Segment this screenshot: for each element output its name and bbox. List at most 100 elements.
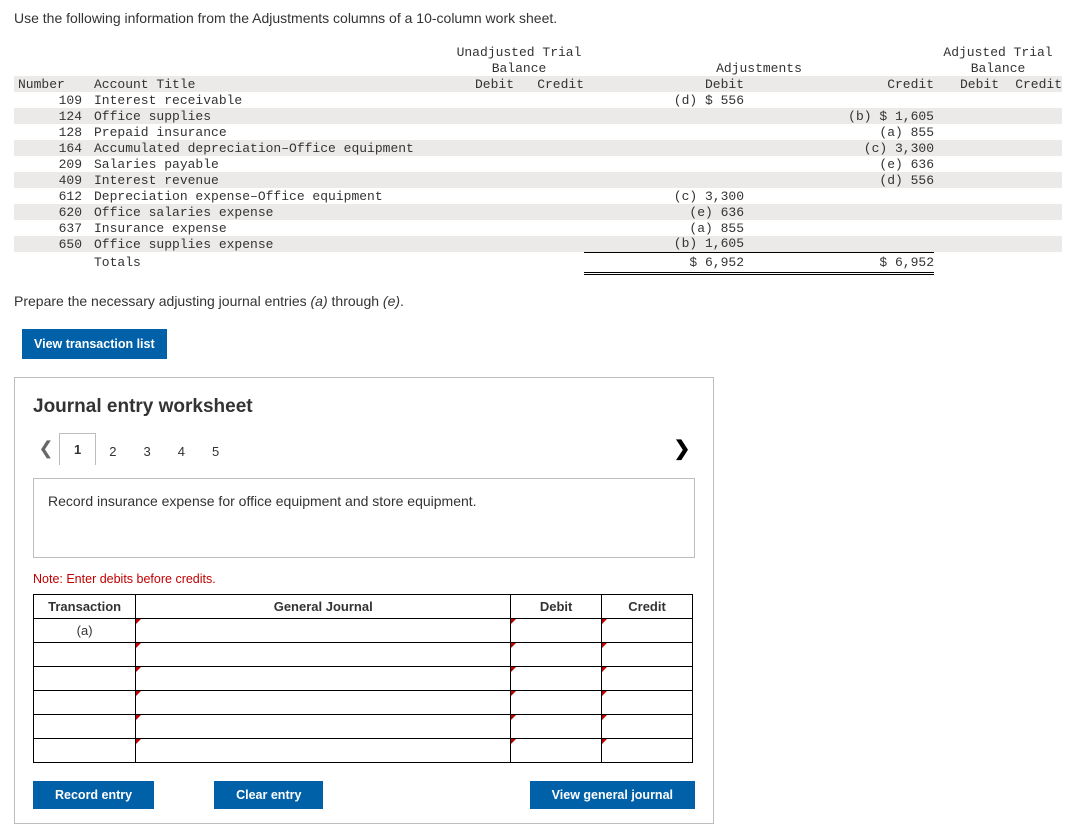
ws-number: 637: [14, 220, 94, 236]
gj-cell[interactable]: [136, 642, 511, 666]
credit-cell[interactable]: [602, 642, 693, 666]
gj-cell[interactable]: [136, 666, 511, 690]
ws-adj-debit: (b) 1,605: [584, 236, 744, 252]
ws-adj-debit: (a) 855: [584, 220, 744, 236]
tab-3[interactable]: 3: [129, 438, 164, 465]
credit-cell[interactable]: [602, 666, 693, 690]
hdr-adj-credit: Credit: [744, 76, 934, 92]
ws-adj-credit: [744, 92, 934, 108]
ws-adj-credit: (a) 855: [744, 124, 934, 140]
tab-row: ❮ 1 2 3 4 5 ❯: [33, 432, 695, 464]
ws-adj-credit: [744, 204, 934, 220]
ws-title: Depreciation expense–Office equipment: [94, 188, 454, 204]
debit-cell[interactable]: [511, 642, 602, 666]
ws-title: Interest receivable: [94, 92, 454, 108]
ws-title: Insurance expense: [94, 220, 454, 236]
trans-cell: [34, 690, 136, 714]
hdr-number: Number: [14, 76, 94, 92]
credit-cell[interactable]: [602, 690, 693, 714]
ws-adj-credit: [744, 236, 934, 252]
ws-adj-credit: (c) 3,300: [744, 140, 934, 156]
ws-title: Salaries payable: [94, 156, 454, 172]
hdr-utb-credit: Credit: [514, 76, 584, 92]
ws-number: 128: [14, 124, 94, 140]
utb-sub: Balance: [454, 60, 584, 76]
chevron-left-icon[interactable]: ❮: [33, 434, 59, 464]
totals-adj-debit: $ 6,952: [584, 252, 744, 273]
journal-entry-table: Transaction General Journal Debit Credit…: [33, 594, 693, 763]
worksheet-table: Unadjusted Trial Adjusted Trial Balance …: [14, 44, 1062, 275]
ws-adj-debit: [584, 156, 744, 172]
trans-cell: [34, 666, 136, 690]
gj-cell[interactable]: [136, 738, 511, 762]
debit-cell[interactable]: [511, 714, 602, 738]
record-entry-button[interactable]: Record entry: [33, 781, 154, 809]
tab-4[interactable]: 4: [164, 438, 199, 465]
ws-title: Accumulated depreciation–Office equipmen…: [94, 140, 454, 156]
col-credit: Credit: [602, 594, 693, 618]
ws-title: Office supplies expense: [94, 236, 454, 252]
ws-adj-debit: [584, 108, 744, 124]
je-title: Journal entry worksheet: [33, 396, 695, 418]
tab-1[interactable]: 1: [59, 433, 96, 465]
ws-adj-credit: [744, 188, 934, 204]
hdr-atb-credit: Credit: [999, 76, 1062, 92]
trans-cell: [34, 642, 136, 666]
credit-cell[interactable]: [602, 618, 693, 642]
ws-number: 124: [14, 108, 94, 124]
debit-cell[interactable]: [511, 666, 602, 690]
debit-cell[interactable]: [511, 690, 602, 714]
ws-adj-debit: [584, 124, 744, 140]
trans-cell: [34, 738, 136, 762]
ws-adj-debit: (d) $ 556: [584, 92, 744, 108]
clear-entry-button[interactable]: Clear entry: [214, 781, 323, 809]
instructions: Use the following information from the A…: [14, 10, 1062, 26]
adj-title: Adjustments: [584, 60, 934, 76]
col-general-journal: General Journal: [136, 594, 511, 618]
ws-number: 409: [14, 172, 94, 188]
hdr-account: Account Title: [94, 76, 454, 92]
ws-adj-debit: (e) 636: [584, 204, 744, 220]
gj-cell[interactable]: [136, 618, 511, 642]
col-debit: Debit: [511, 594, 602, 618]
debit-cell[interactable]: [511, 738, 602, 762]
gj-cell[interactable]: [136, 690, 511, 714]
gj-cell[interactable]: [136, 714, 511, 738]
chevron-right-icon[interactable]: ❯: [669, 434, 695, 464]
ws-number: 109: [14, 92, 94, 108]
debit-cell[interactable]: [511, 618, 602, 642]
ws-number: 164: [14, 140, 94, 156]
credit-cell[interactable]: [602, 714, 693, 738]
col-transaction: Transaction: [34, 594, 136, 618]
credit-cell[interactable]: [602, 738, 693, 762]
transaction-description: Record insurance expense for office equi…: [33, 478, 695, 558]
ws-adj-credit: (b) $ 1,605: [744, 108, 934, 124]
ws-title: Interest revenue: [94, 172, 454, 188]
ws-title: Office supplies: [94, 108, 454, 124]
ws-number: 620: [14, 204, 94, 220]
atb-sub: Balance: [934, 60, 1062, 76]
tab-5[interactable]: 5: [198, 438, 233, 465]
utb-title: Unadjusted Trial: [454, 44, 584, 60]
tab-2[interactable]: 2: [95, 438, 130, 465]
ws-number: 209: [14, 156, 94, 172]
view-transaction-list-button[interactable]: View transaction list: [22, 329, 167, 359]
ws-number: 612: [14, 188, 94, 204]
atb-title: Adjusted Trial: [934, 44, 1062, 60]
trans-cell: [34, 714, 136, 738]
view-general-journal-button[interactable]: View general journal: [530, 781, 695, 809]
hdr-adj-debit: Debit: [584, 76, 744, 92]
instructions-2: Prepare the necessary adjusting journal …: [14, 293, 1062, 309]
ws-adj-credit: (e) 636: [744, 156, 934, 172]
ws-adj-credit: [744, 220, 934, 236]
totals-adj-credit: $ 6,952: [744, 252, 934, 273]
note-text: Note: Enter debits before credits.: [33, 572, 695, 586]
ws-adj-debit: (c) 3,300: [584, 188, 744, 204]
ws-adj-debit: [584, 140, 744, 156]
ws-adj-debit: [584, 172, 744, 188]
ws-title: Office salaries expense: [94, 204, 454, 220]
hdr-utb-debit: Debit: [454, 76, 514, 92]
hdr-atb-debit: Debit: [934, 76, 999, 92]
ws-number: 650: [14, 236, 94, 252]
ws-adj-credit: (d) 556: [744, 172, 934, 188]
